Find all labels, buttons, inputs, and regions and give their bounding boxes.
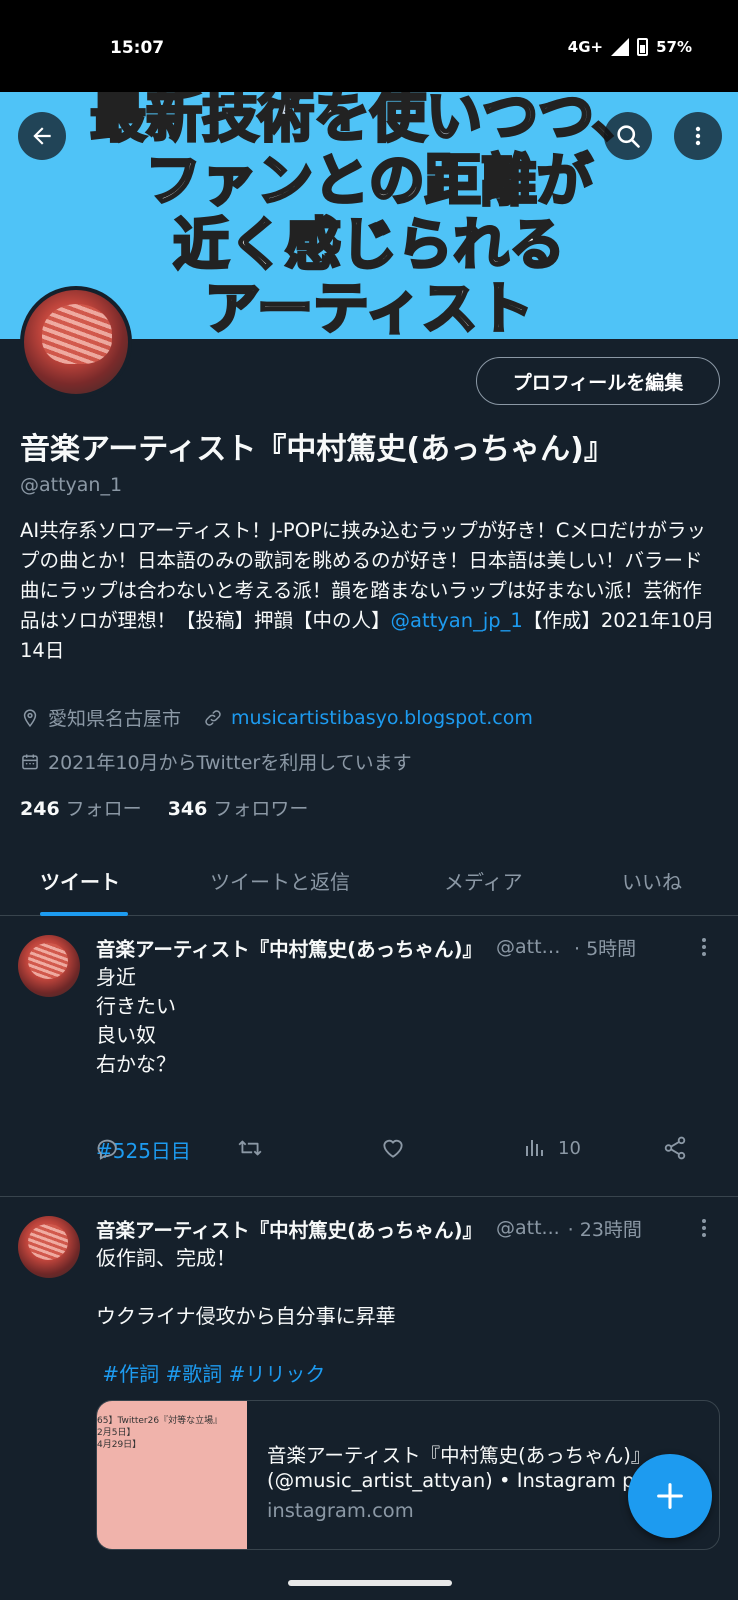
tweet-header: 音楽アーティスト『中村篤史(あっちゃん)』 @atty... · 5時間: [96, 933, 696, 961]
profile-tabs: ツイート ツイートと返信 メディア いいね: [0, 844, 738, 916]
tweet-author-name[interactable]: 音楽アーティスト『中村篤史(あっちゃん)』: [96, 1214, 482, 1242]
back-button[interactable]: [18, 112, 66, 160]
more-vertical-icon: [695, 126, 701, 146]
profile-display-name: 音楽アーティスト『中村篤史(あっちゃん)』: [20, 432, 614, 467]
tweet-avatar[interactable]: [18, 935, 80, 997]
tab-likes[interactable]: いいね: [622, 866, 682, 895]
followers-count: 346: [167, 798, 208, 820]
like-button[interactable]: [380, 1133, 406, 1163]
link-preview-title: 音楽アーティスト『中村篤史(あっちゃん)』: [267, 1444, 651, 1467]
tweet-author-handle: @atty...: [496, 936, 566, 958]
following-label: フォロー: [65, 798, 142, 820]
tweet-author-handle: @att...: [496, 1217, 560, 1239]
calendar-icon: [22, 754, 38, 769]
tweet-body: 身近 行きたい 良い奴 右かな？: [96, 965, 176, 1076]
tab-media[interactable]: メディア: [444, 866, 523, 895]
following-count: 246: [20, 798, 60, 820]
views-count: 10: [558, 1137, 581, 1159]
compose-tweet-button[interactable]: [628, 1454, 712, 1538]
bar-chart-icon: [526, 1140, 543, 1156]
tab-tweets-and-replies[interactable]: ツイートと返信: [210, 866, 350, 895]
reply-icon: [97, 1139, 117, 1160]
following-link[interactable]: 246 フォロー: [20, 794, 142, 821]
plus-icon: [657, 1483, 683, 1509]
edit-profile-button[interactable]: プロフィールを編集: [476, 357, 720, 405]
tweet-timestamp: · 23時間: [567, 1218, 642, 1241]
more-options-button[interactable]: [674, 112, 722, 160]
search-button[interactable]: [604, 112, 652, 160]
views-button[interactable]: 10: [522, 1133, 581, 1163]
banner-line: 近く感じられる: [172, 212, 567, 279]
share-button[interactable]: [662, 1133, 688, 1163]
follow-stats: 246 フォロー 346 フォロワー: [20, 794, 308, 821]
link-preview-thumbnail: 65】Twitter26『対等な立場』 2月5日】 4月29日】: [97, 1401, 247, 1549]
battery-percent: 57%: [656, 38, 692, 56]
profile-joined-date: 2021年10月からTwitterを利用しています: [48, 752, 412, 774]
retweet-icon: [238, 1140, 262, 1156]
status-indicators: 4G+ 57%: [568, 38, 692, 56]
followers-link[interactable]: 346 フォロワー: [168, 794, 309, 821]
profile-meta-joined: 2021年10月からTwitterを利用しています: [20, 748, 412, 775]
tweet-item[interactable]: 音楽アーティスト『中村篤史(あっちゃん)』 @att... · 23時間 仮作詞…: [0, 1198, 738, 1600]
reply-button[interactable]: [96, 1133, 122, 1163]
profile-website-link[interactable]: musicartistibasyo.blogspot.com: [231, 707, 533, 729]
tweet-avatar[interactable]: [18, 1216, 80, 1278]
profile-handle: @attyan_1: [20, 474, 123, 496]
tweet-actions: 10: [96, 1133, 712, 1163]
followers-label: フォロワー: [213, 798, 309, 820]
signal-icon: [611, 38, 630, 56]
active-tab-indicator: [40, 912, 128, 916]
tweet-more-icon[interactable]: [694, 935, 714, 959]
tweet-item[interactable]: 音楽アーティスト『中村篤史(あっちゃん)』 @atty... · 5時間 身近 …: [0, 917, 738, 1197]
tweet-header: 音楽アーティスト『中村篤史(あっちゃん)』 @att... · 23時間: [96, 1214, 696, 1242]
profile-bio: AI共存系ソロアーティスト！J-POPに挟み込むラップが好き！Cメロだけがラップ…: [20, 516, 720, 666]
link-preview-thumbnail-text: 65】Twitter26『対等な立場』 2月5日】 4月29日】: [97, 1416, 223, 1450]
search-icon: [617, 125, 640, 148]
share-icon: [664, 1136, 686, 1160]
network-type: 4G+: [567, 38, 604, 56]
profile-location: 愛知県名古屋市: [48, 708, 182, 730]
link-icon: [205, 709, 221, 726]
tweet-timestamp: · 5時間: [574, 937, 637, 960]
tweet-author-name[interactable]: 音楽アーティスト『中村篤史(あっちゃん)』: [96, 933, 482, 961]
profile-avatar[interactable]: [20, 286, 132, 398]
status-bar: 15:07 4G+ 57%: [0, 0, 738, 92]
tweet-body: 仮作詞、完成！ ウクライナ侵攻から自分事に昇華: [96, 1246, 396, 1328]
status-time: 15:07: [110, 38, 165, 58]
location-pin-icon: [23, 708, 37, 727]
link-preview-subtitle: (@music_artist_attyan) • Instagram ph: [267, 1469, 647, 1492]
heart-icon: [383, 1139, 403, 1158]
profile-meta-location-website: 愛知県名古屋市 musicartistibasyo.blogspot.com: [20, 704, 533, 731]
tweet-more-icon[interactable]: [694, 1216, 714, 1240]
tweet-hashtag[interactable]: #作詞 #歌詞 #リリック: [102, 1362, 325, 1386]
bio-mention-link[interactable]: @attyan_jp_1: [391, 609, 523, 632]
link-preview-domain: instagram.com: [267, 1499, 414, 1522]
retweet-button[interactable]: [236, 1133, 264, 1163]
tweet-text: 仮作詞、完成！ ウクライナ侵攻から自分事に昇華 #作詞 #歌詞 #リリック: [96, 1244, 396, 1389]
battery-icon: [637, 38, 649, 56]
gesture-nav-handle[interactable]: [288, 1580, 452, 1586]
link-preview-card[interactable]: 65】Twitter26『対等な立場』 2月5日】 4月29日】 音楽アーティス…: [96, 1400, 720, 1550]
arrow-left-icon: [33, 127, 51, 145]
tab-tweets[interactable]: ツイート: [40, 866, 120, 895]
